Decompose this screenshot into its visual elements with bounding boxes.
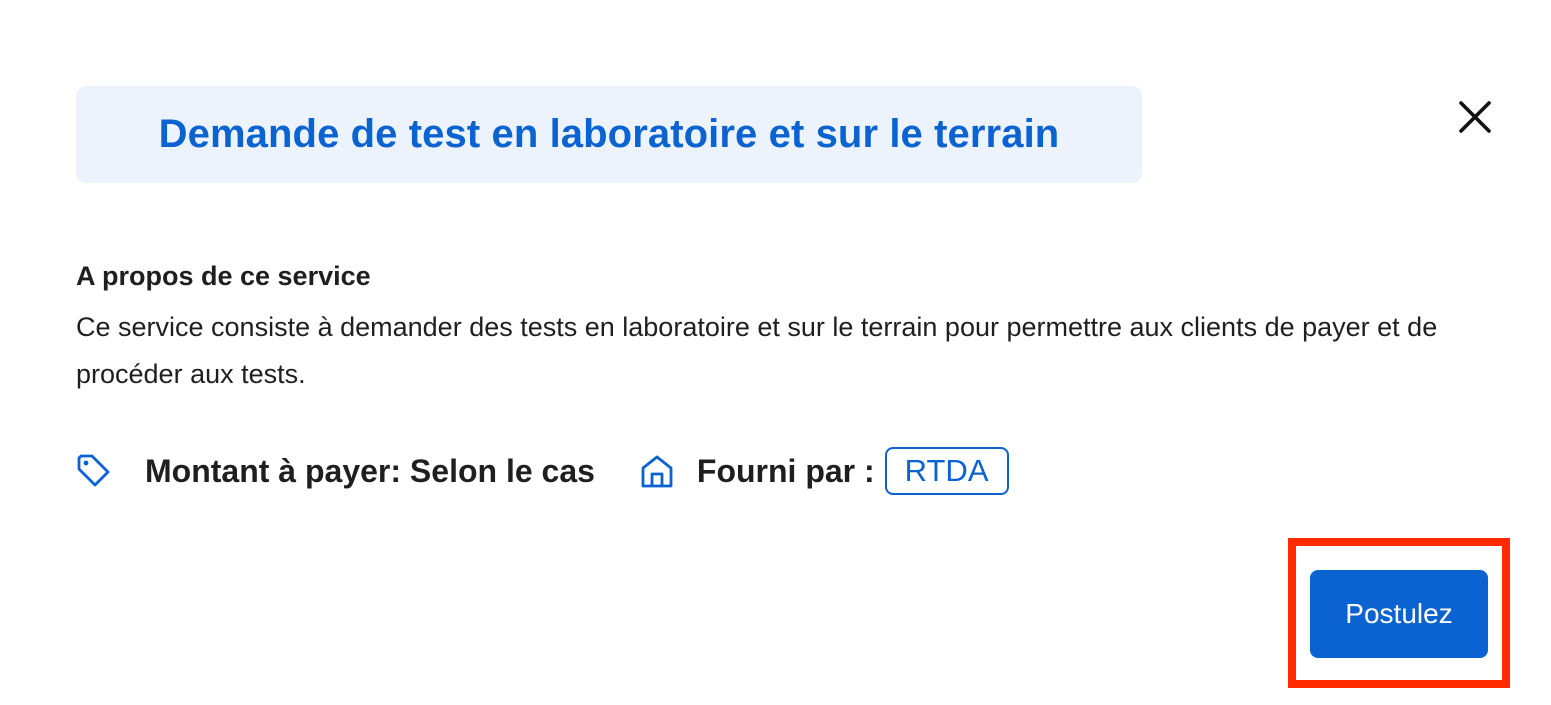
about-heading: A propos de ce service bbox=[76, 261, 371, 291]
close-icon bbox=[1459, 101, 1491, 133]
title-banner: Demande de test en laboratoire et sur le… bbox=[76, 86, 1142, 183]
tag-icon bbox=[76, 453, 112, 489]
service-meta: Montant à payer: Selon le cas Fourni par… bbox=[76, 444, 1009, 498]
apply-button[interactable]: Postulez bbox=[1310, 570, 1488, 658]
close-button[interactable] bbox=[1452, 94, 1498, 140]
service-modal: Demande de test en laboratoire et sur le… bbox=[0, 0, 1551, 705]
home-icon bbox=[639, 453, 675, 489]
provider-label: Fourni par : bbox=[696, 452, 875, 489]
provider-badge: RTDA bbox=[884, 447, 1009, 495]
about-description: Ce service consiste à demander des tests… bbox=[76, 312, 1438, 389]
about-section: A propos de ce service Ce service consis… bbox=[76, 258, 1496, 398]
amount-label: Montant à payer: Selon le cas bbox=[145, 452, 595, 489]
modal-title: Demande de test en laboratoire et sur le… bbox=[158, 112, 1060, 156]
